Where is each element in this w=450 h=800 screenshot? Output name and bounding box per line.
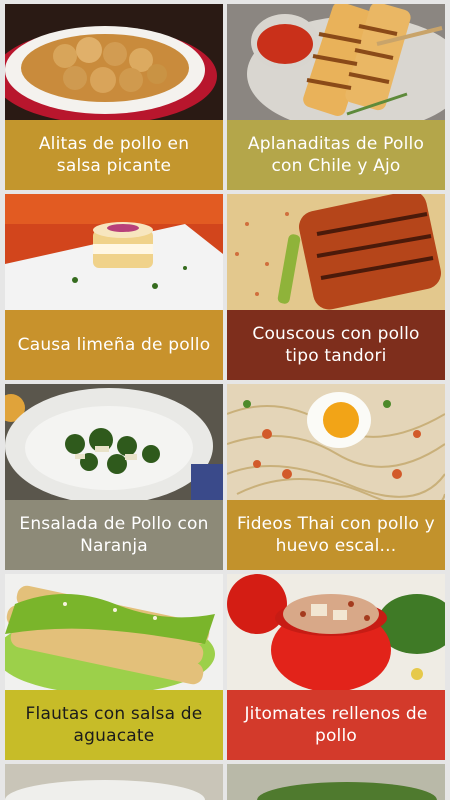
flautas-avocado-sauce-photo: [5, 574, 223, 690]
recipe-title: Flautas con salsa de aguacate: [5, 690, 223, 760]
thai-noodles-egg-photo: [227, 384, 445, 500]
chicken-salad-bowl-photo: [5, 384, 223, 500]
recipe-card[interactable]: Fideos Thai con pollo y huevo escal...: [227, 384, 445, 570]
recipe-card[interactable]: Couscous con pollo tipo tandori: [227, 194, 445, 380]
recipe-card[interactable]: Flautas con salsa de aguacate: [5, 574, 223, 760]
recipe-title: Fideos Thai con pollo y huevo escal...: [227, 500, 445, 570]
recipe-card[interactable]: [5, 764, 223, 800]
grilled-chicken-skewers-photo: [227, 4, 445, 120]
dish-photo: [227, 764, 445, 800]
chicken-wings-dish-photo: [5, 4, 223, 120]
recipe-card[interactable]: Aplanaditas de Pollo con Chile y Ajo: [227, 4, 445, 190]
recipe-title: Aplanaditas de Pollo con Chile y Ajo: [227, 120, 445, 190]
recipe-card[interactable]: [227, 764, 445, 800]
recipe-title: Causa limeña de pollo: [5, 310, 223, 380]
stuffed-tomatoes-photo: [227, 574, 445, 690]
recipe-title: Ensalada de Pollo con Naranja: [5, 500, 223, 570]
recipe-card[interactable]: Jitomates rellenos de pollo: [227, 574, 445, 760]
recipe-card[interactable]: Alitas de pollo en salsa picante: [5, 4, 223, 190]
causa-dish-photo: [5, 194, 223, 310]
recipe-card[interactable]: Ensalada de Pollo con Naranja: [5, 384, 223, 570]
recipe-title: Alitas de pollo en salsa picante: [5, 120, 223, 190]
recipe-grid: Alitas de pollo en salsa picante Aplanad…: [0, 0, 450, 800]
recipe-card[interactable]: Causa limeña de pollo: [5, 194, 223, 380]
recipe-title: Couscous con pollo tipo tandori: [227, 310, 445, 380]
tandoori-chicken-couscous-photo: [227, 194, 445, 310]
dish-photo: [5, 764, 223, 800]
recipe-title: Jitomates rellenos de pollo: [227, 690, 445, 760]
